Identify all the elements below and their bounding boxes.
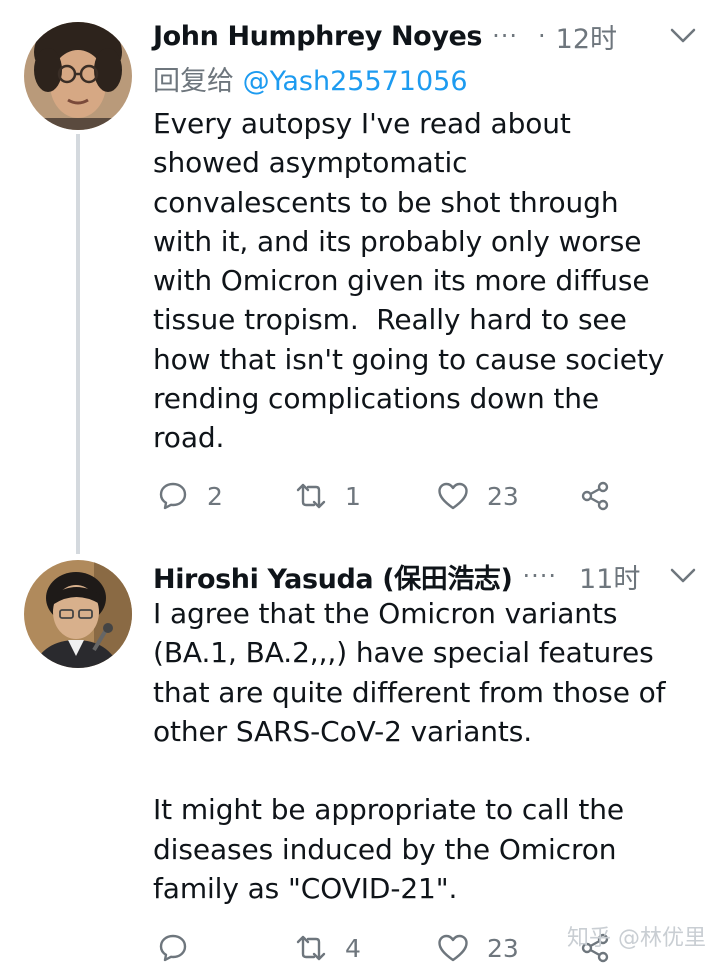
more-indicator: ···· — [522, 562, 557, 590]
reply-handle-link[interactable]: @Yash25571056 — [243, 66, 468, 97]
share-icon — [581, 481, 609, 511]
avatar[interactable] — [24, 560, 132, 668]
like-button[interactable]: 23 — [437, 474, 519, 518]
tweet-2[interactable]: Hiroshi Yasuda (保田浩志) ···· 11时 I agree t… — [0, 556, 720, 966]
reply-icon — [159, 934, 187, 962]
more-indicator: ··· — [492, 22, 518, 50]
author-name[interactable]: John Humphrey Noyes — [153, 21, 483, 52]
like-button[interactable]: 23 — [437, 926, 519, 970]
replying-to: 回复给 @Yash25571056 — [153, 59, 468, 98]
heart-icon — [438, 482, 468, 510]
like-count: 23 — [487, 933, 519, 963]
author-name[interactable]: Hiroshi Yasuda (保田浩志) — [153, 557, 513, 596]
tweet-text: I agree that the Omicron variants (BA.1,… — [153, 597, 666, 906]
retweet-icon — [296, 935, 326, 961]
chevron-down-icon[interactable] — [670, 566, 696, 586]
retweet-count: 1 — [345, 481, 361, 511]
retweet-count: 4 — [345, 933, 361, 963]
heart-icon — [438, 934, 468, 962]
avatar[interactable] — [24, 22, 132, 130]
share-button[interactable] — [579, 474, 611, 518]
reply-count: 2 — [207, 481, 223, 511]
timestamp[interactable]: 12时 — [556, 17, 617, 56]
tweet-text: Every autopsy I've read about showed asy… — [153, 107, 665, 455]
tweet-header: John Humphrey Noyes ··· · 12时 — [153, 16, 696, 56]
reply-button[interactable]: 2 — [157, 474, 223, 518]
separator-dot: · — [538, 22, 546, 50]
timestamp[interactable]: 11时 — [579, 557, 640, 596]
watermark: 知乎 @林优里 — [567, 926, 706, 951]
retweet-icon — [296, 483, 326, 509]
retweet-button[interactable]: 1 — [295, 474, 361, 518]
reply-prefix: 回复给 — [153, 66, 243, 97]
reply-button[interactable] — [157, 926, 207, 970]
retweet-button[interactable]: 4 — [295, 926, 361, 970]
chevron-down-icon[interactable] — [670, 26, 696, 46]
action-bar: 2 1 23 — [153, 474, 696, 518]
like-count: 23 — [487, 481, 519, 511]
tweet-1[interactable]: John Humphrey Noyes ··· · 12时 回复给 @Yash2… — [0, 0, 720, 556]
reply-icon — [159, 482, 187, 510]
tweet-header: Hiroshi Yasuda (保田浩志) ···· 11时 — [153, 556, 696, 596]
